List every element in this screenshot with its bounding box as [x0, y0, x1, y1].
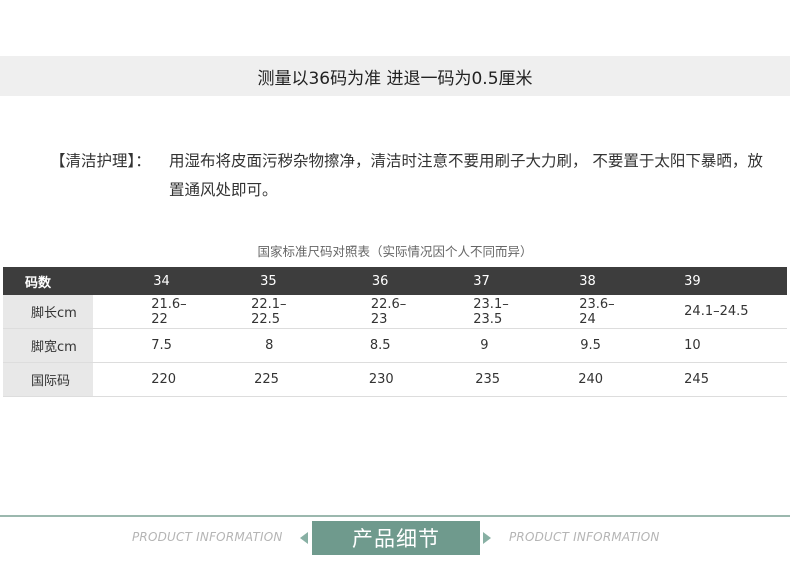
header-size: 36: [302, 267, 407, 295]
table-cell: 8.5: [302, 328, 407, 363]
measurement-note-text: 测量以36码为准 进退一码为0.5厘米: [257, 68, 533, 89]
header-size: 35: [193, 267, 303, 295]
table-row: 脚宽cm 7.5 8 8.5 9 9.5 10: [3, 328, 787, 363]
right-triangle-icon: [483, 532, 491, 544]
care-instructions: 【清洁护理】： 用湿布将皮面污秽杂物擦净，清洁时注意不要用刷子大力刷， 不要置于…: [50, 147, 770, 205]
table-row: 国际码 220 225 230 235 240 245: [3, 362, 787, 397]
table-row: 脚长cm 21.6–22 22.1–22.5 22.6–23 23.1–23.5…: [3, 295, 787, 329]
row-label: 脚宽cm: [3, 328, 94, 363]
table-cell: 230: [302, 362, 407, 397]
table-cell: 10: [617, 328, 787, 363]
size-table-caption: 国家标准尺码对照表（实际情况因个人不同而异）: [257, 244, 533, 259]
left-triangle-icon: [300, 532, 308, 544]
table-cell: 240: [512, 362, 618, 397]
product-info-header: PRODUCT INFORMATION 产品细节 PRODUCT INFORMA…: [0, 518, 790, 558]
table-cell: 220: [93, 362, 194, 397]
size-chart-table: 码数 34 35 36 37 38 39 脚长cm 21.6–22 22.1–2…: [3, 267, 787, 397]
table-cell: 8: [193, 328, 303, 363]
header-size: 34: [93, 267, 194, 295]
table-cell: 23.1–23.5: [406, 295, 513, 329]
measurement-note-banner: 测量以36码为准 进退一码为0.5厘米: [0, 56, 790, 96]
table-cell: 9: [406, 328, 513, 363]
table-cell: 21.6–22: [93, 295, 194, 329]
table-cell: 24.1–24.5: [617, 295, 787, 329]
care-text: 用湿布将皮面污秽杂物擦净，清洁时注意不要用刷子大力刷， 不要置于太阳下暴晒，放置…: [169, 152, 763, 199]
product-info-right-text: PRODUCT INFORMATION: [509, 530, 660, 544]
product-details-title: 产品细节: [312, 521, 480, 555]
table-cell: 225: [193, 362, 303, 397]
care-label: 【清洁护理】：: [50, 152, 151, 170]
table-cell: 235: [406, 362, 513, 397]
header-size: 38: [512, 267, 618, 295]
table-cell: 7.5: [93, 328, 194, 363]
section-divider: [0, 515, 790, 517]
table-cell: 9.5: [512, 328, 618, 363]
table-header-row: 码数 34 35 36 37 38 39: [3, 267, 787, 295]
header-size: 39: [617, 267, 787, 295]
header-size: 37: [406, 267, 513, 295]
row-label: 国际码: [3, 362, 94, 397]
table-cell: 22.1–22.5: [193, 295, 303, 329]
row-label: 脚长cm: [3, 295, 94, 329]
product-info-left-text: PRODUCT INFORMATION: [132, 530, 283, 544]
table-cell: 245: [617, 362, 787, 397]
header-label: 码数: [3, 267, 94, 295]
table-cell: 22.6–23: [302, 295, 407, 329]
table-cell: 23.6–24: [512, 295, 618, 329]
